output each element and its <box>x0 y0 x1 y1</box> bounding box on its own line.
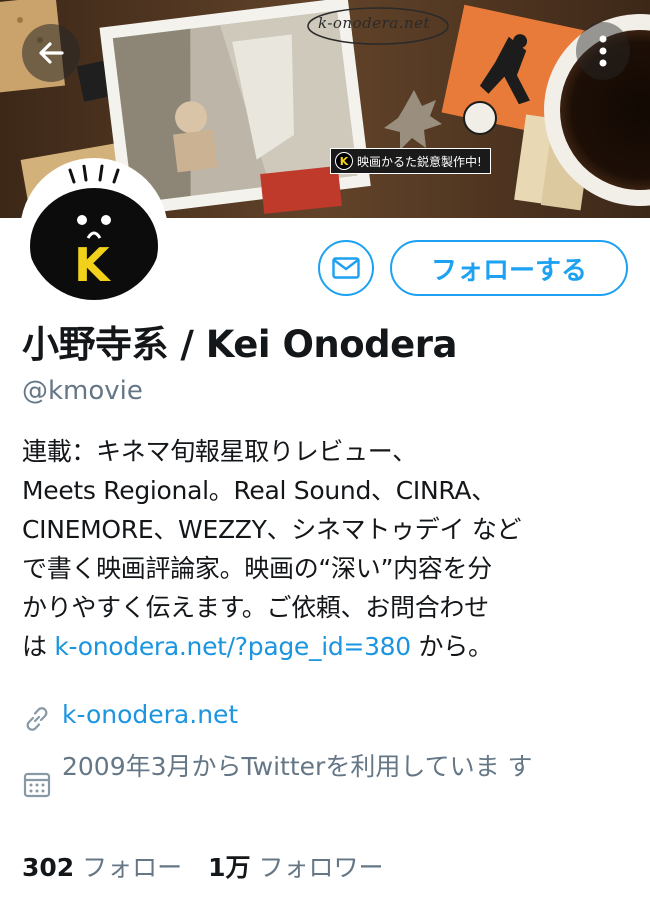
arrow-left-icon <box>39 42 64 64</box>
followers-label: フォロワー <box>258 853 384 882</box>
bio-line: は k-onodera.net/?page_id=380 から。 <box>22 627 628 666</box>
profile-joined-text: 2009年3月からTwitterを利用していま す <box>62 752 533 781</box>
followers-link[interactable]: 1万 フォロワー <box>208 853 383 882</box>
follow-button[interactable]: フォローする <box>390 240 628 296</box>
avatar-letter: K <box>74 238 110 292</box>
banner-tag: K 映画かるた鋭意製作中! <box>330 148 491 174</box>
profile-website-row: k-onodera.net <box>22 700 238 734</box>
profile-joined-row: 2009年3月からTwitterを利用していま す <box>22 748 622 800</box>
banner-tag-text: 映画かるた鋭意製作中! <box>357 154 482 169</box>
followers-count: 1万 <box>208 853 251 882</box>
profile-website-link[interactable]: k-onodera.net <box>62 700 238 729</box>
bio-line: かりやすく伝えます。ご依頼、お問合わせ <box>22 593 489 622</box>
profile-handle: @kmovie <box>22 376 143 406</box>
banner-tag-logo: K <box>335 152 353 170</box>
bio-line: で書く映画評論家。映画の“深い”内容を分 <box>22 554 492 583</box>
envelope-icon <box>332 257 360 279</box>
following-count: 302 <box>22 853 75 882</box>
profile-name: 小野寺系 / Kei Onodera <box>22 323 457 366</box>
following-link[interactable]: 302 フォロー <box>22 853 182 882</box>
message-button[interactable] <box>318 240 374 296</box>
following-label: フォロー <box>82 853 183 882</box>
bio-link[interactable]: k-onodera.net/?page_id=380 <box>54 632 411 661</box>
more-vertical-icon <box>599 35 607 67</box>
calendar-icon <box>23 772 51 798</box>
banner-site-text: k-onodera.net <box>318 14 431 32</box>
bio-text: から。 <box>410 632 493 661</box>
bio-line: 連載：キネマ旬報星取りレビュー、 <box>22 437 417 466</box>
avatar-image: K <box>26 164 162 300</box>
bio-line: CINEMORE、WEZZY、シネマトゥデイ など <box>22 515 522 544</box>
profile-bio: 連載：キネマ旬報星取りレビュー、 Meets Regional。Real Sou… <box>22 432 628 666</box>
follow-counts: 302 フォロー 1万 フォロワー <box>22 848 384 884</box>
bio-text: は <box>22 632 55 661</box>
more-options-button[interactable] <box>576 22 630 80</box>
bio-line: Meets Regional。Real Sound、CINRA、 <box>22 476 496 505</box>
back-button[interactable] <box>22 24 80 82</box>
link-icon <box>26 707 48 731</box>
avatar[interactable]: K <box>20 158 168 306</box>
